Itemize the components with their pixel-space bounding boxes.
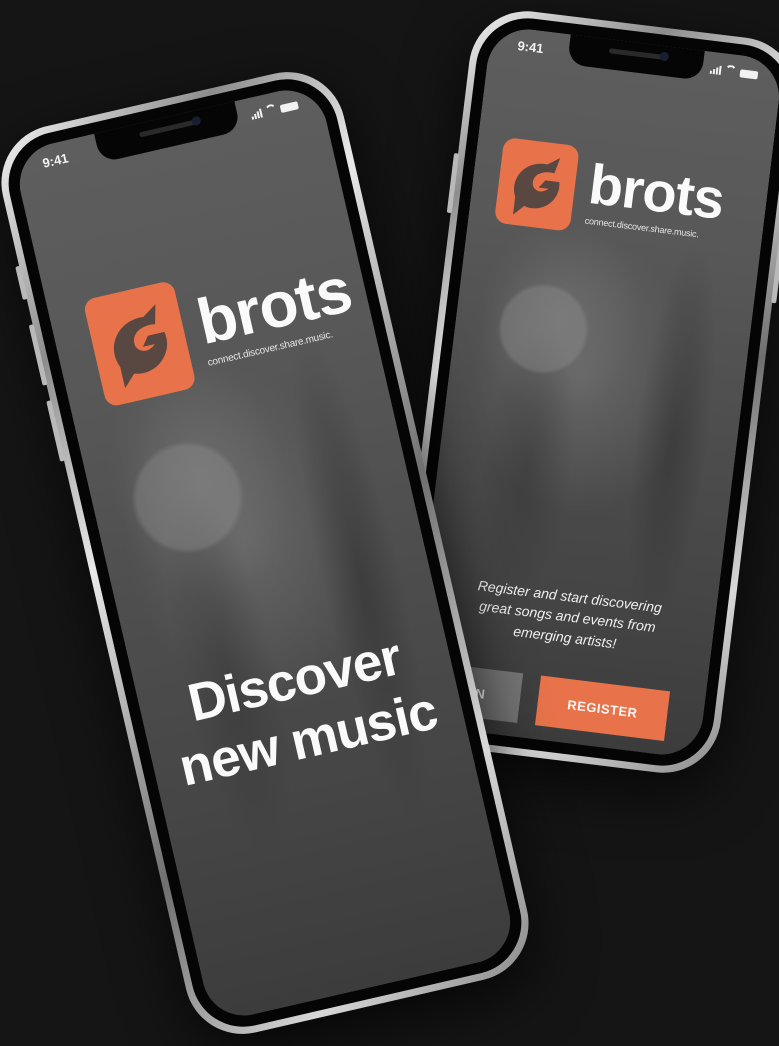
promo-stage: 9:41 brots connect.discover.share.music. xyxy=(0,0,779,1046)
signal-icon xyxy=(709,65,722,75)
wifi-icon xyxy=(725,65,737,77)
register-button-label: REGISTER xyxy=(566,696,639,721)
status-time: 9:41 xyxy=(516,38,545,57)
brots-logo-icon xyxy=(493,137,580,232)
front-screen: 9:41 brots connect.discover.share.music. xyxy=(11,82,519,1024)
